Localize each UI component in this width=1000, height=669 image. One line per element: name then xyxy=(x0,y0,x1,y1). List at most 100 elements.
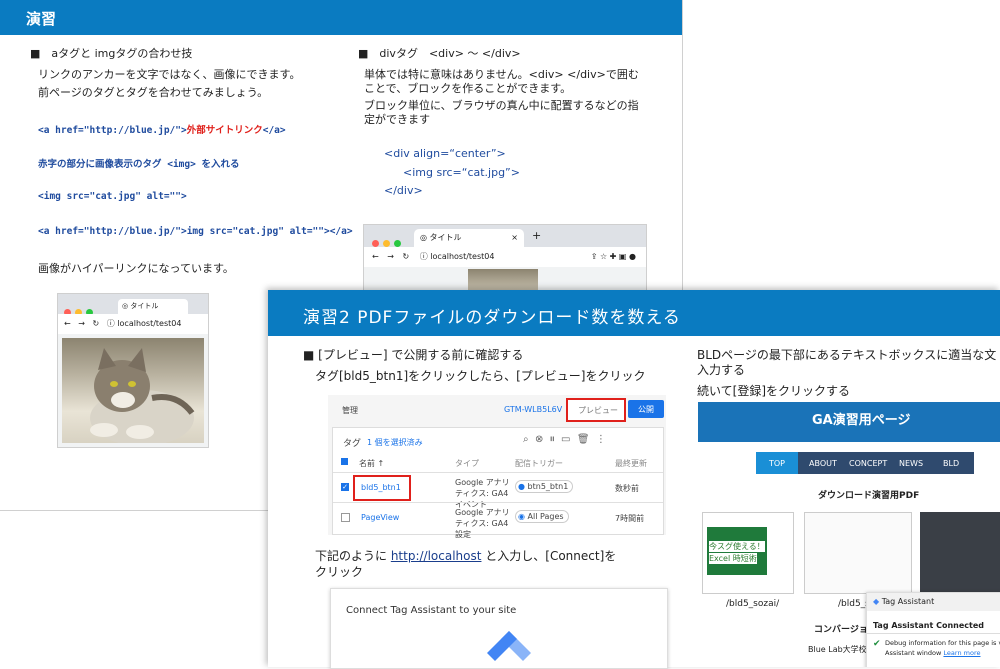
cat-image[interactable] xyxy=(62,338,204,443)
thumbnail-text2: Excel 時短術 xyxy=(709,553,757,564)
updated-time: 7時間前 xyxy=(615,514,645,523)
cat-image-centered[interactable] xyxy=(468,269,538,291)
pdf-thumbnail-excel[interactable]: 今スグ使える！ Excel 時短術 xyxy=(702,512,794,594)
tags-card: タグ 1 個を選択済み ⌕ ⊗ ⏸ ▭ 🗑 ⋮ 名前 ↑ タイプ 配信トリガー … xyxy=(332,427,664,539)
slide1-header-bar xyxy=(0,0,682,35)
tag-name-link[interactable]: bld5_btn1 xyxy=(361,483,401,492)
globe-icon: ◎ xyxy=(122,302,129,310)
ga-page-title: GA演習用ページ xyxy=(812,413,911,428)
browser-window-left: ◎ タイトル ← → ↻ ⓘ localhost/test04 xyxy=(57,293,209,448)
pdf-thumbnail-ai[interactable] xyxy=(920,512,1000,592)
debug-info-text: Assistant window xyxy=(885,649,942,657)
connect-instruction-line2: クリック xyxy=(315,565,364,579)
trigger-eye-icon: ◉ xyxy=(518,512,525,521)
code-anchor-example: <a href="http://blue.jp/">外部サイトリンク</a> xyxy=(38,122,286,136)
debug-info-line2: Assistant window Learn more xyxy=(885,649,981,657)
divtag-heading: ■ divタグ <div> ～ </div> xyxy=(358,47,521,60)
browser-tab[interactable]: ◎ タイトル xyxy=(118,299,188,314)
ga-nav-bar: TOP ABOUT CONCEPT NEWS BLD xyxy=(756,452,974,474)
code-div-open: <div align=“center”> xyxy=(384,147,506,160)
back-icon[interactable]: ← xyxy=(64,319,71,328)
address-bar[interactable]: localhost/test04 xyxy=(117,319,181,328)
debug-info-line1: Debug information for this page is vie xyxy=(885,639,1000,647)
tag-toolbar-icons[interactable]: ⌕ ⊗ ⏸ ▭ 🗑 ⋮ xyxy=(523,434,606,445)
pdf-link-1[interactable]: /bld5_sozai/ xyxy=(726,599,779,609)
tag-name-link[interactable]: PageView xyxy=(361,513,399,522)
new-tab-icon[interactable]: + xyxy=(532,229,541,242)
tag-type: Google アナリティクス: GA4 設定 xyxy=(455,508,510,539)
trigger-chip[interactable]: ◉ All Pages xyxy=(515,510,569,523)
trigger-icon: ● xyxy=(518,482,525,491)
reload-icon[interactable]: ↻ xyxy=(93,319,100,328)
trigger-label: btn5_btn1 xyxy=(527,482,569,491)
selected-count: 1 個を選択済み xyxy=(367,438,423,447)
atag-desc-line1: リンクのアンカーを文字ではなく、画像にできます。 xyxy=(38,68,301,81)
code-anchor-red-text: 外部サイトリンク xyxy=(186,125,263,136)
learn-more-link[interactable]: Learn more xyxy=(943,649,980,657)
gtm-admin-label[interactable]: 管理 xyxy=(342,405,358,416)
trigger-label: All Pages xyxy=(527,512,564,521)
forward-icon[interactable]: → xyxy=(78,319,85,328)
connect-instruction-prefix: 下記のように xyxy=(315,549,391,563)
pdf-thumbnail-vba[interactable] xyxy=(804,512,912,594)
code-img-example: <img src="cat.jpg" alt=""> xyxy=(38,191,187,202)
connect-dialog: Connect Tag Assistant to your site xyxy=(330,588,668,669)
nav-about[interactable]: ABOUT xyxy=(809,459,837,468)
close-dot-icon[interactable] xyxy=(372,240,379,247)
preview-button[interactable]: プレビュー xyxy=(578,405,618,416)
connect-dialog-title: Connect Tag Assistant to your site xyxy=(346,605,517,616)
browser-tabbar-right: ◎ タイトル × + xyxy=(364,225,646,247)
select-all-checkbox[interactable] xyxy=(341,458,348,465)
connected-status: Tag Assistant Connected xyxy=(873,621,984,630)
tag-assistant-logo-icon xyxy=(487,631,531,661)
nav-concept[interactable]: CONCEPT xyxy=(849,459,887,468)
connect-instruction-suffix: と入力し、[Connect]を xyxy=(481,549,617,563)
browser-tab-title-right: タイトル xyxy=(429,233,462,242)
col-name[interactable]: 名前 ↑ xyxy=(359,458,384,469)
divtag-desc-line2: ことで、ブロックを作ることができます。 xyxy=(364,82,572,95)
tab-close-icon[interactable]: × xyxy=(511,229,518,247)
browser-tab-right[interactable]: ◎ タイトル × xyxy=(414,229,524,247)
tags-title: タグ xyxy=(343,439,362,449)
nav-bld[interactable]: BLD xyxy=(943,459,959,468)
nav-news[interactable]: NEWS xyxy=(899,459,923,468)
maximize-dot-icon[interactable] xyxy=(394,240,401,247)
browser-toolbar-right: ← → ↻ ⓘ localhost/test04 ⇪ ☆ ✚ ▣ ● xyxy=(364,247,646,267)
table-row[interactable]: ✓ bld5_btn1 Google アナリティクス: GA4 イベント ● b… xyxy=(333,472,663,509)
reload-icon[interactable]: ↻ xyxy=(403,252,410,261)
info-icon: ⓘ xyxy=(419,252,428,261)
bld-instruction-line3: 続いて[登録]をクリックする xyxy=(697,384,851,398)
row-checkbox-checked[interactable]: ✓ xyxy=(341,483,349,491)
browser-tab-title: タイトル xyxy=(130,302,159,310)
preview-heading: ■ [プレビュー] で公開する前に確認する xyxy=(303,348,524,362)
code-div-close: </div> xyxy=(384,184,423,197)
code-anchor-close: </a> xyxy=(262,125,286,136)
popup-title: ◆ Tag Assistant xyxy=(873,597,934,606)
row-checkbox[interactable] xyxy=(341,513,350,522)
gtm-container-id[interactable]: GTM-WLB5L6V xyxy=(504,405,562,414)
back-icon[interactable]: ← xyxy=(372,252,379,261)
slide1-title: 演習 xyxy=(26,10,57,28)
localhost-link[interactable]: http://localhost xyxy=(391,549,482,563)
col-updated: 最終更新 xyxy=(615,459,647,468)
divider xyxy=(867,633,1000,634)
code-div-img: <img src=“cat.jpg”> xyxy=(403,166,520,179)
code-anchor-open: <a href="http://blue.jp/"> xyxy=(38,125,187,136)
atag-imgtag-heading: ■ aタグと imgタグの合わせ技 xyxy=(30,47,193,60)
popup-title-label: Tag Assistant xyxy=(881,597,935,606)
col-type: タイプ xyxy=(455,459,479,468)
minimize-dot-icon[interactable] xyxy=(383,240,390,247)
hyperlink-caption: 画像がハイパーリンクになっています。 xyxy=(38,262,234,275)
nav-top[interactable]: TOP xyxy=(769,459,785,468)
browser-tabbar: ◎ タイトル xyxy=(58,294,208,316)
pdf-section-title: ダウンロード演習用PDF xyxy=(818,491,920,501)
browser-actions-icons[interactable]: ⇪ ☆ ✚ ▣ ● xyxy=(591,247,636,267)
address-bar-right[interactable]: localhost/test04 xyxy=(430,252,494,261)
table-row[interactable]: PageView Google アナリティクス: GA4 設定 ◉ All Pa… xyxy=(333,502,663,539)
preview-instruction: タグ[bld5_btn1]をクリックしたら、[プレビュー]をクリック xyxy=(315,369,646,383)
gtm-workspace: 管理 GTM-WLB5L6V プレビュー 公開 タグ 1 個を選択済み ⌕ ⊗ … xyxy=(328,395,666,539)
forward-icon[interactable]: → xyxy=(387,252,394,261)
publish-button[interactable]: 公開 xyxy=(628,400,664,418)
browser-window-right: ◎ タイトル × + ← → ↻ ⓘ localhost/test04 ⇪ ☆ ✚… xyxy=(363,224,647,292)
trigger-chip[interactable]: ● btn5_btn1 xyxy=(515,480,574,493)
